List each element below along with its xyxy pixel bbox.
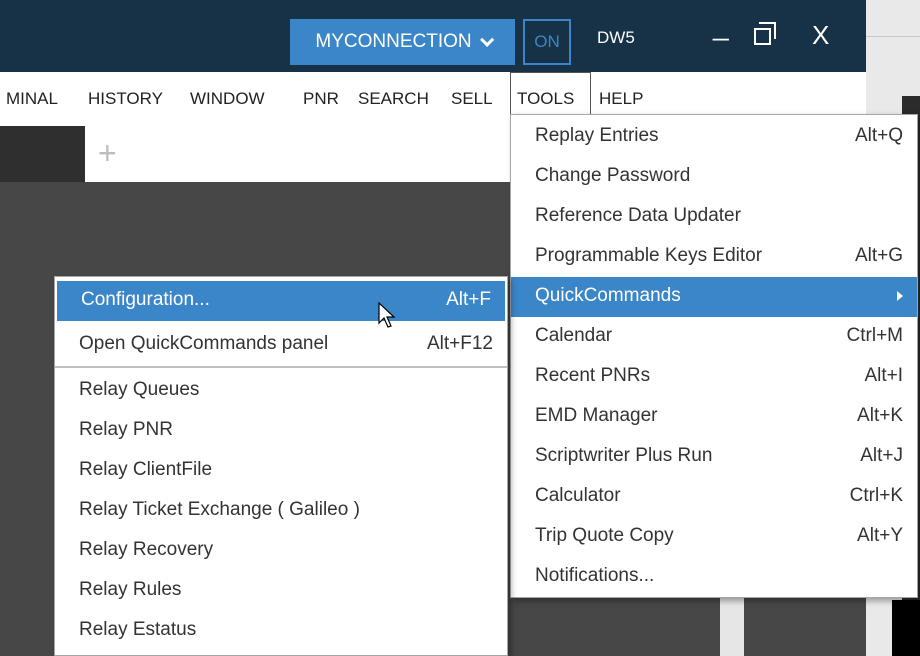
menu-item-shortcut: Alt+G: [854, 245, 903, 266]
menu-item-relay-recovery[interactable]: Relay Recovery: [55, 531, 507, 571]
menu-item-label: Programmable Keys Editor: [535, 245, 763, 266]
menu-item-label: Relay Recovery: [79, 539, 214, 560]
mouse-pointer-icon: [378, 302, 396, 328]
menu-item-shortcut: Alt+Y: [857, 525, 903, 546]
quickcommands-submenu: Configuration... Alt+F Open QuickCommand…: [54, 276, 508, 656]
chevron-down-icon: [479, 32, 494, 47]
restore-icon: [754, 28, 771, 45]
menu-item-label: Replay Entries: [535, 125, 659, 146]
menu-history[interactable]: HISTORY: [88, 89, 163, 109]
divider: [866, 36, 920, 37]
menu-item-relay-clientfile[interactable]: Relay ClientFile: [55, 451, 507, 491]
menu-item-quickcommands[interactable]: QuickCommands: [511, 277, 917, 317]
menu-item-shortcut: Alt+F: [446, 289, 491, 310]
menu-item-label: Scriptwriter Plus Run: [535, 445, 713, 466]
menu-item-relay-estatus[interactable]: Relay Estatus: [55, 611, 507, 651]
menu-item-open-quickcommands-panel[interactable]: Open QuickCommands panel Alt+F12: [55, 325, 507, 365]
menu-item-shortcut: Alt+J: [860, 445, 903, 466]
menu-item-calculator[interactable]: Calculator Ctrl+K: [511, 477, 917, 517]
menu-separator: [55, 366, 507, 368]
menu-help[interactable]: HELP: [599, 89, 643, 109]
menu-item-label: Reference Data Updater: [535, 205, 741, 226]
menu-sell[interactable]: SELL: [451, 89, 493, 109]
menu-item-label: Relay PNR: [79, 419, 173, 440]
menu-item-label: Relay Estatus: [79, 619, 197, 640]
tab-strip: [0, 126, 85, 182]
menu-item-relay-queues[interactable]: Relay Queues: [55, 371, 507, 411]
menu-item-configuration[interactable]: Configuration... Alt+F: [57, 281, 505, 321]
tools-menu: Replay Entries Alt+Q Change Password Ref…: [510, 114, 918, 598]
menu-item-relay-pnr[interactable]: Relay PNR: [55, 411, 507, 451]
menu-window[interactable]: WINDOW: [190, 89, 265, 109]
menu-item-shortcut: Ctrl+M: [846, 325, 903, 346]
menu-item-label: Calendar: [535, 325, 613, 346]
menu-item-shortcut: Ctrl+K: [849, 485, 903, 506]
menu-item-label: Relay ClientFile: [79, 459, 213, 480]
close-button[interactable]: X: [812, 20, 829, 51]
menu-item-label: Trip Quote Copy: [535, 525, 674, 546]
menu-item-emd-manager[interactable]: EMD Manager Alt+K: [511, 397, 917, 437]
menu-item-relay-ticket-exchange[interactable]: Relay Ticket Exchange ( Galileo ): [55, 491, 507, 531]
connection-label: MYCONNECTION: [315, 31, 472, 52]
menu-item-recent-pnrs[interactable]: Recent PNRs Alt+I: [511, 357, 917, 397]
add-tab-icon[interactable]: +: [98, 137, 117, 169]
menu-search[interactable]: SEARCH: [358, 89, 429, 109]
menu-item-label: Calculator: [535, 485, 621, 506]
menu-terminal[interactable]: MINAL: [6, 89, 58, 109]
menu-item-label: QuickCommands: [535, 285, 681, 306]
menu-item-programmable-keys-editor[interactable]: Programmable Keys Editor Alt+G: [511, 237, 917, 277]
menu-item-reference-data-updater[interactable]: Reference Data Updater: [511, 197, 917, 237]
menu-pnr[interactable]: PNR: [303, 89, 339, 109]
menu-item-change-password[interactable]: Change Password: [511, 157, 917, 197]
menu-item-label: Configuration...: [81, 289, 210, 310]
background-panel: [720, 596, 744, 656]
menu-item-label: Open QuickCommands panel: [79, 333, 329, 354]
menu-item-notifications[interactable]: Notifications...: [511, 557, 917, 597]
menu-item-label: EMD Manager: [535, 405, 658, 426]
menu-item-shortcut: Alt+F12: [426, 333, 493, 354]
menu-item-replay-entries[interactable]: Replay Entries Alt+Q: [511, 117, 917, 157]
menu-item-relay-rules[interactable]: Relay Rules: [55, 571, 507, 611]
menu-item-trip-quote-copy[interactable]: Trip Quote Copy Alt+Y: [511, 517, 917, 557]
menu-item-label: Relay Ticket Exchange ( Galileo ): [79, 499, 360, 520]
menu-item-label: Relay Queues: [79, 379, 200, 400]
connection-dropdown[interactable]: MYCONNECTION: [290, 19, 515, 65]
background-panel: [892, 600, 920, 656]
minimize-button[interactable]: _: [713, 10, 729, 42]
menu-item-label: Notifications...: [535, 565, 655, 586]
menu-item-label: Relay Rules: [79, 579, 182, 600]
submenu-arrow-icon: [897, 291, 903, 301]
menu-item-shortcut: Alt+I: [864, 365, 903, 386]
restore-button[interactable]: [754, 22, 778, 46]
menu-item-label: Recent PNRs: [535, 365, 651, 386]
menu-item-shortcut: Alt+Q: [854, 125, 903, 146]
workstation-label: DW5: [597, 28, 635, 47]
connection-on-toggle[interactable]: ON: [523, 19, 571, 65]
menu-item-scriptwriter-plus-run[interactable]: Scriptwriter Plus Run Alt+J: [511, 437, 917, 477]
menu-item-label: Change Password: [535, 165, 691, 186]
menu-item-calendar[interactable]: Calendar Ctrl+M: [511, 317, 917, 357]
menu-item-shortcut: Alt+K: [857, 405, 903, 426]
new-tab-area: [85, 126, 515, 182]
